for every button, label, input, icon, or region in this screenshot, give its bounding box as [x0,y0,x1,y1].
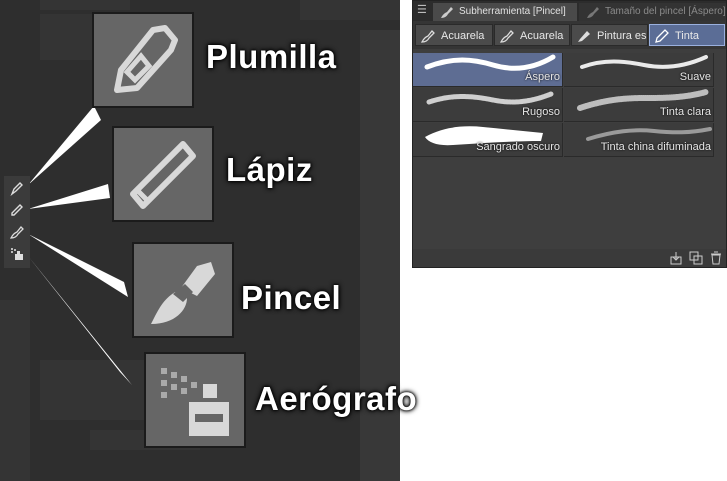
subtool-group-bar: Acuarela Acuarela Pintura espesa Tinta [413,21,726,49]
pen-nib-icon [10,182,23,196]
pen-label: Plumilla [206,38,337,75]
brush-name: Suave [679,71,711,83]
tab-brush-size-label: Tamaño del pincel [Áspero] [605,6,726,17]
pen-tool-tile [92,12,194,108]
duplicate-button[interactable] [689,251,703,265]
brush-size-icon [587,7,599,18]
group-label: Tinta [675,30,700,42]
import-button[interactable] [669,251,683,265]
group-acuarela-2[interactable]: Acuarela [494,24,570,46]
tool-airbrush-button[interactable] [6,244,28,264]
brush-tool-tile [132,242,234,338]
brush-list: Áspero Suave Rugoso Tinta clara Sangrado… [413,53,726,159]
brush-icon [9,226,24,239]
group-pintura-espesa[interactable]: Pintura espesa [571,24,648,46]
tool-brush-button[interactable] [6,222,28,242]
brush-item-rugoso[interactable]: Rugoso [413,88,563,122]
pen-nib-icon [114,25,178,93]
brush-name: Rugoso [522,106,560,118]
airbrush-tool-tile [144,352,246,448]
airbrush-label: Aerógrafo [255,380,418,417]
pencil-icon [130,141,196,209]
brush-item-aspero[interactable]: Áspero [413,53,563,87]
airbrush-icon [161,368,229,436]
tool-pen-button[interactable] [6,178,28,198]
brush-name: Tinta china difuminada [600,141,711,153]
paint-brush-icon [578,31,590,42]
brush-item-tinta-china-difuminada[interactable]: Tinta china difuminada [564,123,714,157]
tab-subtool[interactable]: Subherramienta [Pincel] [433,3,577,21]
brush-icon [151,262,215,324]
tab-brush-size[interactable]: Tamaño del pincel [Áspero] [579,3,726,21]
panel-footer [413,249,726,267]
brush-item-tinta-clara[interactable]: Tinta clara [564,88,714,122]
brush-name: Áspero [525,71,560,83]
ink-brush-icon [655,29,669,43]
pencil-tool-tile [112,126,214,222]
brush-item-suave[interactable]: Suave [564,53,714,87]
panel-menu-icon[interactable]: ☰ [417,4,429,17]
trash-icon [711,251,721,265]
import-icon [670,252,682,265]
callout-wedge-airbrush [28,256,132,385]
brush-name: Sangrado oscuro [476,141,560,153]
tool-pencil-button[interactable] [6,200,28,220]
group-label: Acuarela [520,30,564,42]
group-label: Acuarela [441,30,485,42]
pencil-icon [11,204,23,216]
group-tinta[interactable]: Tinta [649,24,725,46]
tab-subtool-label: Subherramienta [Pincel] [459,6,566,17]
duplicate-icon [689,251,703,265]
brush-icon [420,30,435,43]
callout-wedge-pen [28,106,101,185]
pencil-label: Lápiz [226,151,313,188]
airbrush-icon [11,248,23,260]
group-label: Pintura espesa [597,30,647,42]
brush-icon [499,30,514,43]
group-acuarela-1[interactable]: Acuarela [415,24,493,46]
panel-tab-bar: ☰ Subherramienta [Pincel] Tamaño del pin… [413,1,726,21]
brush-panel: ☰ Subherramienta [Pincel] Tamaño del pin… [412,0,727,268]
tool-strip [4,176,30,268]
brush-item-sangrado-oscuro[interactable]: Sangrado oscuro [413,123,563,157]
delete-button[interactable] [709,251,723,265]
brush-label: Pincel [241,279,342,316]
callout-wedge-pencil [28,184,110,209]
callout-wedge-brush [28,234,128,297]
brush-name: Tinta clara [660,106,711,118]
brush-tab-icon [441,7,453,18]
